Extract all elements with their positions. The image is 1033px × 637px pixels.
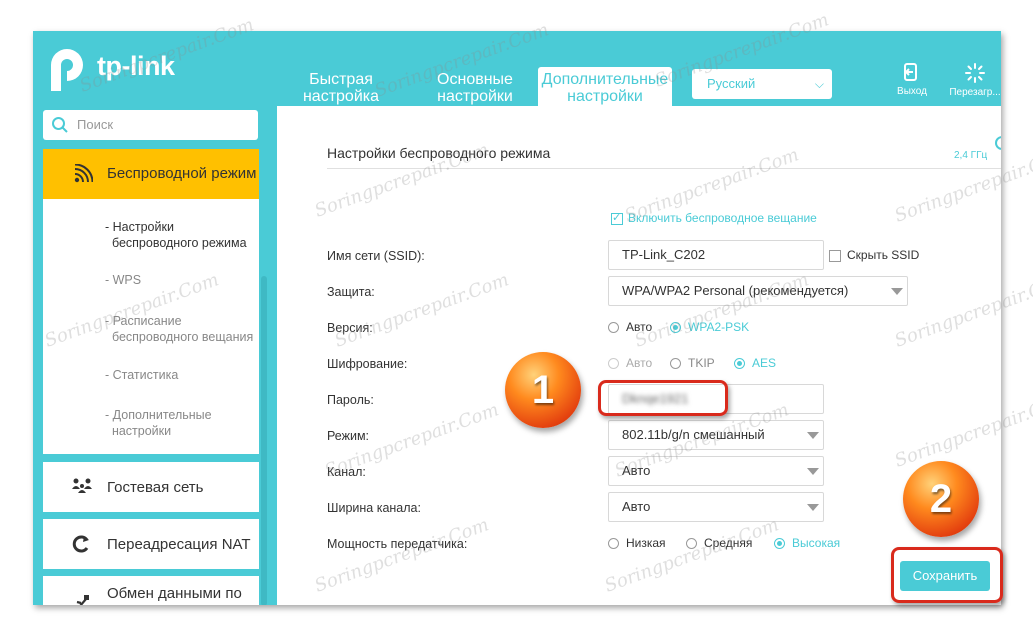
tab-basic[interactable]: Основные настройки (425, 71, 525, 111)
chevron-down-icon: ⌵ (814, 77, 824, 91)
language-select[interactable]: Русский ⌵ (692, 69, 832, 99)
tp-link-logo-icon (51, 49, 83, 91)
power-low-label: Низкая (626, 536, 666, 550)
channel-select[interactable]: Авто (608, 456, 824, 486)
sidebar-subitem-schedule[interactable]: - Расписание беспроводного вещания (105, 313, 253, 345)
band-tab[interactable]: 2,4 ГГц (954, 150, 987, 161)
router-admin-window: tp-link Быстрая настройка Основные настр… (33, 31, 1001, 605)
reboot-button[interactable]: Перезагр... (947, 63, 1001, 98)
wifi-icon (74, 164, 93, 183)
version-auto-label: Авто (626, 320, 653, 334)
sidebar-subitem-wps[interactable]: - WPS (105, 272, 141, 288)
mode-value: 802.11b/g/n смешанный (622, 427, 765, 442)
nat-icon (72, 535, 89, 553)
search-placeholder: Поиск (77, 117, 114, 132)
security-value: WPA/WPA2 Personal (рекомендуется) (622, 283, 849, 298)
password-label: Пароль: (327, 393, 374, 407)
sidebar-item-label: Беспроводной режим (107, 165, 257, 182)
chevron-down-icon (807, 432, 819, 439)
mode-select[interactable]: 802.11b/g/n смешанный (608, 420, 824, 450)
channel-width-value: Авто (622, 499, 651, 514)
sidebar-item-nat[interactable]: Переадресация NAT (43, 519, 259, 569)
tab-quick-setup[interactable]: Быстрая настройка (291, 71, 391, 111)
tx-power-label: Мощность передатчика: (327, 537, 468, 551)
ssid-input[interactable]: TP-Link_C202 (608, 240, 824, 270)
encryption-auto-radio[interactable] (608, 358, 619, 369)
version-label: Версия: (327, 321, 373, 335)
chevron-down-icon (891, 288, 903, 295)
sidebar-item-label: Обмен данными по (107, 585, 242, 602)
security-select[interactable]: WPA/WPA2 Personal (рекомендуется) (608, 276, 908, 306)
step-badge-1: 1 (505, 352, 581, 428)
tp-link-logo[interactable]: tp-link (43, 45, 183, 95)
reboot-label: Перезагр... (949, 87, 1001, 98)
page-title: Настройки беспроводного режима (327, 145, 551, 161)
logout-label: Выход (897, 86, 927, 97)
logout-button[interactable]: Выход (893, 63, 931, 97)
channel-value: Авто (622, 463, 651, 478)
help-icon[interactable] (995, 136, 1001, 150)
sidebar-item-label: Переадресация NAT (107, 536, 251, 553)
brand-name: tp-link (97, 51, 175, 81)
encryption-aes-label: AES (752, 356, 777, 370)
power-high-radio[interactable] (774, 538, 785, 549)
sidebar-item-label: Гостевая сеть (107, 479, 204, 496)
password-highlight (598, 380, 728, 416)
tab-advanced[interactable]: Дополнительные настройки (538, 67, 672, 110)
ssid-label: Имя сети (SSID): (327, 249, 425, 263)
hide-ssid-label: Скрыть SSID (847, 248, 920, 262)
enable-broadcast-checkbox[interactable] (611, 211, 623, 225)
encryption-aes-radio[interactable] (734, 358, 745, 369)
chevron-down-icon (807, 504, 819, 511)
sidebar-scrollbar[interactable] (261, 276, 267, 605)
version-wpa2-label: WPA2-PSK (688, 320, 750, 334)
language-value: Русский (707, 76, 756, 91)
sidebar-item-wireless[interactable]: Беспроводной режим (43, 149, 259, 199)
hide-ssid-checkbox[interactable] (829, 250, 841, 262)
search-input[interactable]: Поиск (43, 110, 258, 140)
channel-width-select[interactable]: Авто (608, 492, 824, 522)
main-panel: Настройки беспроводного режима 2,4 ГГц В… (277, 106, 1001, 605)
security-label: Защита: (327, 285, 375, 299)
save-highlight (891, 547, 1003, 603)
usb-icon (76, 595, 89, 605)
channel-label: Канал: (327, 465, 366, 479)
encryption-auto-label: Авто (626, 356, 653, 370)
wireless-menu: Беспроводной режим - Настройки беспровод… (43, 149, 259, 454)
encryption-tkip-label: TKIP (688, 356, 715, 370)
sidebar-subitem-advanced[interactable]: - Дополнительные настройки (105, 407, 212, 439)
version-wpa2-radio[interactable] (670, 322, 681, 333)
power-medium-label: Средняя (704, 536, 753, 550)
power-medium-radio[interactable] (686, 538, 697, 549)
power-low-radio[interactable] (608, 538, 619, 549)
search-icon (52, 117, 68, 133)
version-auto-radio[interactable] (608, 322, 619, 333)
step-badge-2: 2 (903, 461, 979, 537)
power-high-label: Высокая (792, 536, 841, 550)
title-divider (327, 168, 1001, 169)
reboot-icon (965, 63, 985, 83)
mode-label: Режим: (327, 429, 370, 443)
enable-broadcast-label: Включить беспроводное вещание (628, 211, 817, 225)
sidebar-subitem-statistics[interactable]: - Статистика (105, 367, 178, 383)
logout-icon (904, 63, 917, 81)
sidebar-subitem-wireless-settings[interactable]: - Настройки беспроводного режима (105, 219, 247, 251)
channel-width-label: Ширина канала: (327, 501, 421, 515)
guests-icon (72, 478, 92, 493)
chevron-down-icon (807, 468, 819, 475)
encryption-label: Шифрование: (327, 357, 408, 371)
sidebar-item-usb-sharing[interactable]: Обмен данными по (43, 576, 259, 605)
sidebar-item-guest-network[interactable]: Гостевая сеть (43, 462, 259, 512)
sidebar: Поиск Беспроводной режим - Настройки бес… (33, 106, 267, 605)
encryption-tkip-radio[interactable] (670, 358, 681, 369)
